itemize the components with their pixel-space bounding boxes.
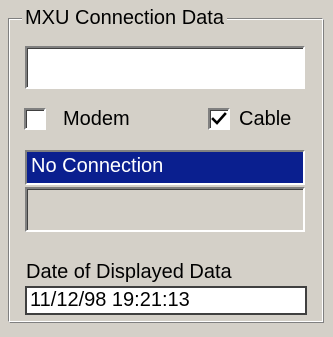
cable-checkbox-box[interactable] xyxy=(208,108,230,130)
cable-checkbox-label: Cable xyxy=(239,107,292,130)
checkmark-icon xyxy=(211,112,227,125)
connection-field[interactable] xyxy=(25,46,305,89)
cable-checkbox[interactable]: Cable xyxy=(208,106,291,132)
date-field[interactable]: 11/12/98 19:21:13 xyxy=(25,286,307,315)
mxu-connection-panel: MXU Connection Data Modem Cable No Conne… xyxy=(0,0,333,337)
date-label: Date of Displayed Data xyxy=(26,261,232,283)
connection-status[interactable]: No Connection xyxy=(25,150,305,185)
modem-checkbox-label: Modem xyxy=(63,107,130,130)
group-title: MXU Connection Data xyxy=(22,6,227,30)
details-field[interactable] xyxy=(25,187,305,232)
modem-checkbox-box[interactable] xyxy=(24,108,46,130)
modem-checkbox[interactable]: Modem xyxy=(24,106,130,132)
